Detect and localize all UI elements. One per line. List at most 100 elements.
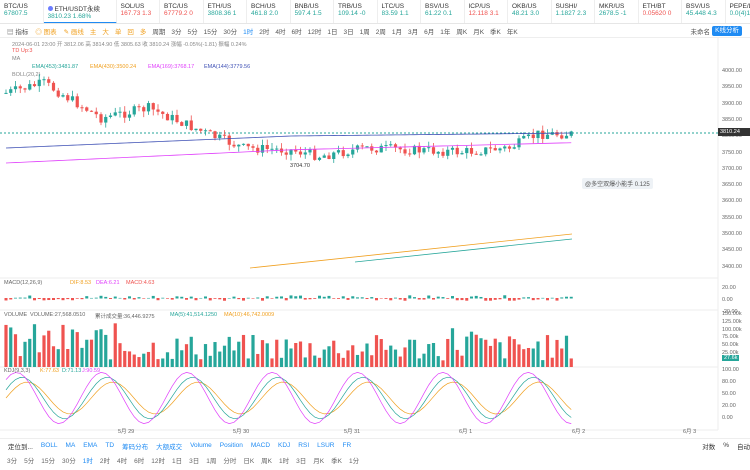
interval-quick-option[interactable]: 5分 [24, 455, 34, 465]
ticker-tab[interactable]: ETH/USDT永续 3810.23 1.68% [43, 0, 117, 23]
interval-quick-option[interactable]: 1日 [172, 455, 182, 465]
interval-quick-option[interactable]: 3分 [7, 455, 17, 465]
interval-option[interactable]: 1年 [440, 26, 450, 36]
locate-button[interactable]: 定位到... [8, 441, 33, 451]
indicator-toggle[interactable]: MA [66, 442, 76, 449]
interval-option[interactable]: 5分 [188, 26, 198, 36]
interval-quick-option[interactable]: 分时 [223, 455, 236, 465]
interval-option[interactable]: 年K [507, 26, 518, 36]
ticker-tab[interactable]: MKR/US 2678.5 -1 [595, 0, 639, 23]
interval-quick-option[interactable]: 3日 [189, 455, 199, 465]
interval-option[interactable]: 回 [127, 26, 134, 36]
indicator-toggle[interactable]: EMA [83, 442, 97, 449]
layout-name[interactable]: 未命名 [691, 26, 711, 36]
volume-bar [156, 359, 160, 367]
kdj-tick: 0.00 [722, 415, 733, 421]
indicator-toggle[interactable]: RSI [298, 442, 309, 449]
interval-quick-option[interactable]: 15分 [41, 455, 55, 465]
ticker-tab[interactable]: BSV/US 61.22 0.1 [421, 0, 465, 23]
interval-quick-option[interactable]: 1分 [349, 455, 359, 465]
ticker-tab[interactable]: SUSHI/1.1827 2.3 [552, 0, 595, 23]
interval-option[interactable]: 月K [473, 26, 484, 36]
interval-option[interactable]: 12时 [308, 26, 322, 36]
candle-body [99, 114, 103, 123]
scale-option[interactable]: 自动 [737, 441, 750, 451]
indicator-toggle[interactable]: FR [342, 442, 351, 449]
interval-option[interactable]: 周期 [152, 26, 165, 36]
volume-bar [384, 349, 388, 367]
volume-bar [9, 327, 13, 367]
ticker-tab[interactable]: BCH/US 461.8 2.0 [247, 0, 291, 23]
ticker-tab[interactable]: LTC/US 83.59 1.1 [378, 0, 421, 23]
ticker-tab[interactable]: SOL/US 167.73 1.3 [117, 0, 160, 23]
interval-option[interactable]: 30分 [223, 26, 237, 36]
ticker-tab[interactable]: BNB/US 597.4 1.5 [291, 0, 334, 23]
interval-quick-option[interactable]: 3日 [296, 455, 306, 465]
ticker-tab[interactable]: OKB/US 48.21 3.0 [508, 0, 552, 23]
interval-option[interactable]: 2时 [259, 26, 269, 36]
indicator-toggle[interactable]: Volume [190, 442, 212, 449]
scale-option[interactable]: % [723, 442, 729, 449]
interval-option[interactable]: 2周 [376, 26, 386, 36]
interval-quick-option[interactable]: 4时 [117, 455, 127, 465]
interval-option[interactable]: 大 [102, 26, 109, 36]
chart-area[interactable] [0, 38, 750, 438]
indicator-toggle[interactable]: 大额成交 [156, 441, 182, 451]
interval-option[interactable]: 1月 [392, 26, 402, 36]
interval-quick-option[interactable]: 季K [331, 455, 342, 465]
macd-bar [512, 298, 516, 301]
indicator-toggle[interactable]: Position [220, 442, 243, 449]
interval-quick-option[interactable]: 周K [261, 455, 272, 465]
ticker-tab[interactable]: ETH/BT 0.05620 0 [639, 0, 682, 23]
ticker-tab[interactable]: PEPE/L0.0(4)155k [726, 0, 750, 23]
interval-option[interactable]: 1周 [360, 26, 370, 36]
indicators-button[interactable]: ▤ 指标 [7, 26, 28, 36]
interval-quick-option[interactable]: 月K [313, 455, 324, 465]
ticker-tab[interactable]: TRB/US 109.14 -0 [334, 0, 378, 23]
price-tick: 4000.00 [722, 68, 742, 74]
interval-option[interactable]: 15分 [204, 26, 218, 36]
indicator-toggle[interactable]: BOLL [41, 442, 58, 449]
ticker-tab[interactable]: BTC/US 67807.5 [0, 0, 44, 23]
indicator-toggle[interactable]: TD [105, 442, 114, 449]
macd-bar [265, 296, 269, 299]
interval-quick-option[interactable]: 12时 [151, 455, 165, 465]
interval-option[interactable]: 3分 [171, 26, 181, 36]
interval-option[interactable]: 单 [115, 26, 122, 36]
indicator-toggle[interactable]: 筹码分布 [122, 441, 148, 451]
interval-option[interactable]: 6时 [291, 26, 301, 36]
scale-option[interactable]: 对数 [702, 441, 715, 451]
interval-quick-option[interactable]: 1周 [206, 455, 216, 465]
interval-quick-option[interactable]: 1时 [279, 455, 289, 465]
interval-option[interactable]: 主 [90, 26, 97, 36]
indicator-toggle[interactable]: KDJ [278, 442, 290, 449]
interval-quick-option[interactable]: 6时 [134, 455, 144, 465]
interval-option[interactable]: 1时 [243, 26, 253, 36]
interval-option[interactable]: 多 [140, 26, 147, 36]
macd-bar [118, 297, 122, 299]
interval-option[interactable]: 3日 [343, 26, 353, 36]
interval-quick-option[interactable]: 1时 [83, 455, 93, 465]
candle-body [184, 120, 189, 126]
indicator-toggle[interactable]: LSUR [317, 442, 334, 449]
interval-quick-option[interactable]: 30分 [62, 455, 76, 465]
candle-body [308, 149, 312, 153]
interval-option[interactable]: 6月 [424, 26, 434, 36]
indicator-toggle[interactable]: MACD [251, 442, 270, 449]
interval-option[interactable]: 1日 [327, 26, 337, 36]
interval-option[interactable]: 季K [490, 26, 501, 36]
ticker-tab[interactable]: BSV/US 45.448 4.3 [682, 0, 726, 23]
interval-option[interactable]: 周K [456, 26, 467, 36]
chart-button[interactable]: ◎ 图表 [35, 26, 56, 36]
interval-quick-option[interactable]: 日K [243, 455, 254, 465]
kline-analysis-button[interactable]: K线分析 [712, 26, 742, 36]
volume-bar [431, 342, 436, 367]
interval-option[interactable]: 4时 [275, 26, 285, 36]
ticker-tab[interactable]: BTC/US 67779.2 0 [160, 0, 204, 23]
ticker-name: BTC/US [4, 3, 28, 10]
ticker-tab[interactable]: ICP/US 12.118 3.1 [465, 0, 508, 23]
interval-quick-option[interactable]: 2时 [100, 455, 110, 465]
interval-option[interactable]: 3月 [408, 26, 418, 36]
ticker-tab[interactable]: ETH/US 3808.36 1 [204, 0, 247, 23]
draw-button[interactable]: ✎ 画线 [64, 26, 84, 36]
